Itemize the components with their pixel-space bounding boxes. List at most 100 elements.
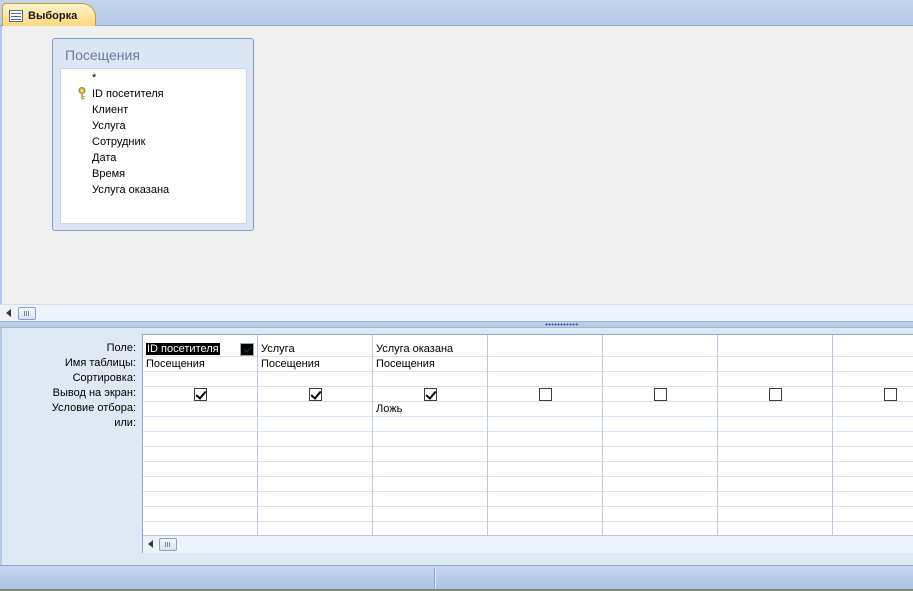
grid-cell-empty[interactable] (833, 462, 913, 477)
pane-splitter[interactable] (0, 321, 913, 328)
grid-cell-criteria[interactable] (143, 402, 257, 417)
grid-column[interactable]: Услуга Посещения (258, 335, 373, 553)
grid-cell-empty[interactable] (488, 477, 602, 492)
scroll-thumb[interactable] (159, 538, 177, 551)
checkbox-unchecked[interactable] (884, 388, 897, 401)
grid-cell-field[interactable]: Услуга оказана (373, 342, 487, 357)
checkbox-checked[interactable] (309, 388, 322, 401)
column-selector[interactable] (373, 335, 487, 342)
grid-cell-empty[interactable] (258, 462, 372, 477)
splitter-grip-icon[interactable] (545, 323, 579, 326)
grid-cell-empty[interactable] (258, 432, 372, 447)
field-list-item[interactable]: Время (61, 166, 246, 182)
grid-cell-sort[interactable] (718, 372, 832, 387)
grid-cell-criteria[interactable] (488, 402, 602, 417)
column-selector[interactable] (488, 335, 602, 342)
grid-cell-empty[interactable] (718, 477, 832, 492)
grid-column[interactable] (488, 335, 603, 553)
grid-cell-empty[interactable] (373, 507, 487, 522)
checkbox-unchecked[interactable] (769, 388, 782, 401)
grid-cell-or[interactable] (488, 417, 602, 432)
grid-cell-empty[interactable] (373, 492, 487, 507)
field-list[interactable]: * ID посетителя Клиент Услуга Сотрудник Дата В… (60, 68, 247, 224)
grid-cell-empty[interactable] (373, 477, 487, 492)
grid-cell-empty[interactable] (603, 462, 717, 477)
table-diagram-pane[interactable]: Посещения * ID посетителя Клиент Услуга Сотр… (0, 26, 913, 304)
grid-cell-empty[interactable] (258, 447, 372, 462)
grid-cell-empty[interactable] (258, 507, 372, 522)
grid-cell-table[interactable]: Посещения (143, 357, 257, 372)
grid-cell-or[interactable] (603, 417, 717, 432)
grid-cell-empty[interactable] (603, 492, 717, 507)
table-field-list-title[interactable]: Посещения (53, 39, 253, 67)
grid-cell-empty[interactable] (143, 447, 257, 462)
scroll-left-arrow-icon[interactable] (6, 309, 11, 317)
chevron-down-icon[interactable] (240, 343, 254, 356)
grid-cell-sort[interactable] (143, 372, 257, 387)
checkbox-unchecked[interactable] (539, 388, 552, 401)
column-selector[interactable] (258, 335, 372, 342)
column-selector[interactable] (603, 335, 717, 342)
grid-cell-table[interactable] (603, 357, 717, 372)
grid-cell-empty[interactable] (603, 507, 717, 522)
grid-cell-empty[interactable] (373, 447, 487, 462)
grid-cell-table[interactable] (488, 357, 602, 372)
grid-cell-empty[interactable] (143, 462, 257, 477)
grid-cell-criteria[interactable] (718, 402, 832, 417)
grid-cell-field[interactable] (488, 342, 602, 357)
checkbox-checked[interactable] (194, 388, 207, 401)
grid-cell-sort[interactable] (258, 372, 372, 387)
grid-cell-show[interactable] (488, 387, 602, 402)
grid-cell-empty[interactable] (603, 477, 717, 492)
grid-column[interactable]: Услуга оказана Посещения Ложь (373, 335, 488, 553)
grid-cell-field[interactable] (603, 342, 717, 357)
grid-cell-show[interactable] (833, 387, 913, 402)
grid-cell-show[interactable] (603, 387, 717, 402)
grid-cell-empty[interactable] (718, 432, 832, 447)
grid-cell-empty[interactable] (488, 447, 602, 462)
grid-cell-empty[interactable] (833, 432, 913, 447)
grid-cell-or[interactable] (143, 417, 257, 432)
grid-cell-show[interactable] (143, 387, 257, 402)
grid-cell-empty[interactable] (718, 462, 832, 477)
checkbox-unchecked[interactable] (654, 388, 667, 401)
grid-cell-criteria[interactable]: Ложь (373, 402, 487, 417)
grid-cell-criteria[interactable] (258, 402, 372, 417)
grid-cell-table[interactable] (718, 357, 832, 372)
column-selector[interactable] (143, 335, 257, 342)
grid-cell-empty[interactable] (143, 432, 257, 447)
grid-cell-sort[interactable] (373, 372, 487, 387)
grid-cell-empty[interactable] (258, 477, 372, 492)
grid-cell-empty[interactable] (833, 492, 913, 507)
grid-cell-or[interactable] (373, 417, 487, 432)
grid-cell-criteria[interactable] (603, 402, 717, 417)
field-list-item[interactable]: * (61, 70, 246, 86)
field-list-item[interactable]: Дата (61, 150, 246, 166)
column-selector[interactable] (718, 335, 832, 342)
grid-cell-criteria[interactable] (833, 402, 913, 417)
grid-cell-empty[interactable] (258, 492, 372, 507)
grid-cell-sort[interactable] (833, 372, 913, 387)
grid-cell-empty[interactable] (143, 507, 257, 522)
grid-cell-sort[interactable] (488, 372, 602, 387)
diagram-horizontal-scrollbar[interactable] (0, 304, 913, 321)
field-list-item[interactable]: Сотрудник (61, 134, 246, 150)
grid-cell-table[interactable] (833, 357, 913, 372)
design-grid[interactable]: ID посетителя Посещения Услуга Посещения Усл… (142, 334, 913, 553)
grid-cell-empty[interactable] (373, 432, 487, 447)
grid-cell-empty[interactable] (488, 462, 602, 477)
grid-cell-field[interactable]: Услуга (258, 342, 372, 357)
grid-cell-table[interactable]: Посещения (373, 357, 487, 372)
grid-cell-empty[interactable] (718, 492, 832, 507)
grid-cell-empty[interactable] (833, 507, 913, 522)
field-list-item[interactable]: Услуга оказана (61, 182, 246, 198)
scroll-left-arrow-icon[interactable] (148, 540, 153, 548)
grid-cell-empty[interactable] (373, 462, 487, 477)
tab-query[interactable]: Выборка (2, 3, 96, 27)
table-field-list[interactable]: Посещения * ID посетителя Клиент Услуга Сотр… (52, 38, 254, 231)
field-list-item[interactable]: Услуга (61, 118, 246, 134)
grid-cell-show[interactable] (373, 387, 487, 402)
grid-cell-empty[interactable] (488, 492, 602, 507)
grid-cell-show[interactable] (258, 387, 372, 402)
grid-cell-empty[interactable] (833, 447, 913, 462)
